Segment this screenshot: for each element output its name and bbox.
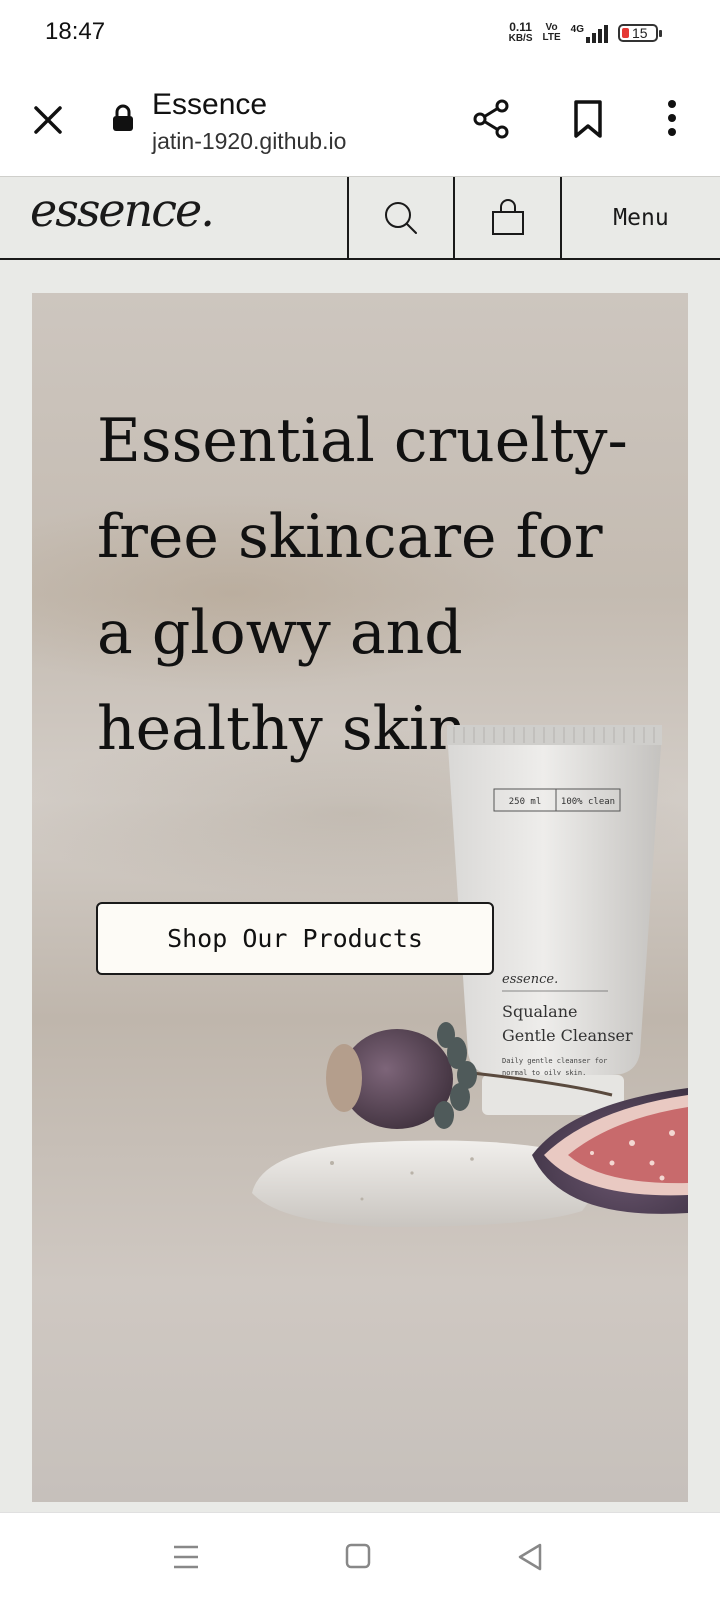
product-image: 250 ml 100% clean essence. Squalane Gent… xyxy=(252,725,688,1227)
system-navigation-bar xyxy=(0,1512,720,1601)
product-name-line2: Gentle Cleanser xyxy=(502,1026,633,1045)
site-header: essence. Menu xyxy=(0,176,720,260)
more-options-icon[interactable] xyxy=(660,98,684,142)
browser-toolbar: Essence jatin-1920.github.io xyxy=(0,64,720,176)
lock-icon xyxy=(112,104,134,137)
product-desc-line1: Daily gentle cleanser for xyxy=(502,1057,607,1065)
shop-products-button[interactable]: Shop Our Products xyxy=(96,902,494,975)
site-logo[interactable]: essence. xyxy=(30,183,215,237)
product-claim: 100% clean xyxy=(561,797,615,807)
hero-heading: Essential cruelty-free skincare for a gl… xyxy=(97,406,628,764)
network-speed: 0.11 KB/S xyxy=(508,20,533,44)
volte-icon: Vo LTE xyxy=(542,22,561,43)
recent-apps-icon[interactable] xyxy=(166,1541,206,1573)
signal-icon: 4G xyxy=(571,23,608,43)
share-icon[interactable] xyxy=(470,98,514,142)
shopping-bag-icon xyxy=(491,199,524,235)
back-icon[interactable] xyxy=(510,1541,550,1573)
cart-button[interactable] xyxy=(453,177,560,259)
search-button[interactable] xyxy=(347,177,453,259)
page-title: Essence xyxy=(152,88,268,121)
status-time: 18:47 xyxy=(45,18,106,45)
battery-icon: 15 xyxy=(618,24,662,42)
bookmark-icon[interactable] xyxy=(570,98,610,142)
product-brand: essence. xyxy=(502,972,558,987)
product-name-line1: Squalane xyxy=(502,1002,577,1021)
product-volume: 250 ml xyxy=(509,797,542,807)
hero-banner: Essential cruelty-free skincare for a gl… xyxy=(32,293,688,1502)
status-bar: 18:47 0.11 KB/S Vo LTE 4G 15 xyxy=(0,0,720,64)
status-indicators: 0.11 KB/S Vo LTE 4G 15 xyxy=(508,20,662,46)
close-icon[interactable] xyxy=(28,100,68,140)
page-url[interactable]: jatin-1920.github.io xyxy=(152,128,346,155)
main-content: Essential cruelty-free skincare for a gl… xyxy=(0,260,720,1512)
search-icon xyxy=(385,202,417,234)
menu-button[interactable]: Menu xyxy=(560,177,720,259)
home-icon[interactable] xyxy=(338,1541,378,1573)
